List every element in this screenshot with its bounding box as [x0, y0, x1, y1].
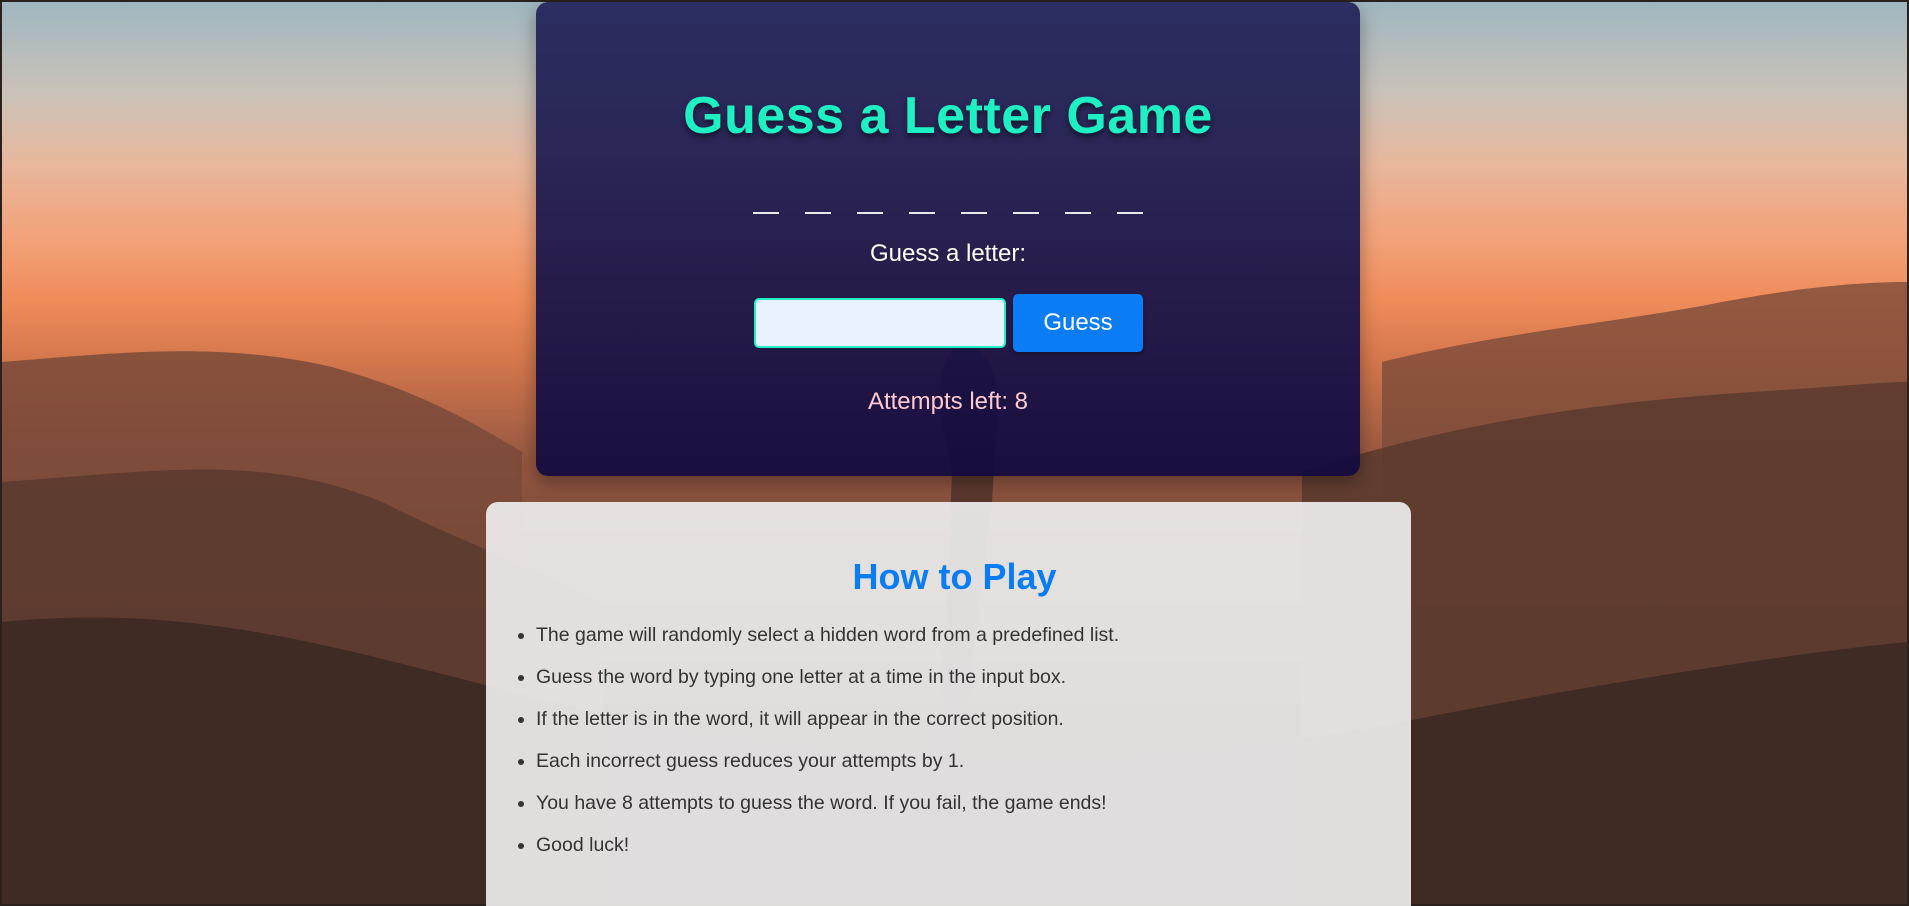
rule-text: Good luck!	[536, 834, 630, 856]
letter-slot	[1013, 212, 1039, 214]
rule-item: The game will randomly select a hidden w…	[518, 622, 1120, 664]
rule-text: The game will randomly select a hidden w…	[536, 624, 1120, 646]
letter-slot	[753, 212, 779, 214]
rule-item: If the letter is in the word, it will ap…	[518, 706, 1119, 748]
rule-item: You have 8 attempts to guess the word. I…	[518, 790, 1119, 832]
rule-text: If the letter is in the word, it will ap…	[536, 708, 1064, 730]
game-card: Guess a Letter Game Guess a letter: Gues…	[536, 2, 1360, 476]
rule-text: Guess the word by typing one letter at a…	[536, 666, 1067, 688]
attempts-left-text: Attempts left: 8	[867, 388, 1029, 415]
letter-slot	[857, 212, 883, 214]
rule-text: Each incorrect guess reduces your attemp…	[536, 750, 965, 772]
guess-prompt-label: Guess a letter:	[869, 240, 1027, 267]
letter-input[interactable]	[754, 298, 1006, 348]
rule-text: You have 8 attempts to guess the word. I…	[536, 792, 1107, 814]
rule-item: Guess the word by typing one letter at a…	[518, 664, 1119, 706]
how-to-play-title: How to Play	[852, 556, 1057, 597]
game-title: Guess a Letter Game	[683, 87, 1213, 145]
letter-slot	[961, 212, 987, 214]
letter-slot	[909, 212, 935, 214]
guess-button[interactable]: Guess	[1013, 294, 1143, 352]
hidden-word-display	[536, 190, 1360, 214]
rule-item: Good luck!	[518, 832, 1119, 874]
rule-item: Each incorrect guess reduces your attemp…	[518, 748, 1119, 790]
letter-slot	[1117, 212, 1143, 214]
rules-list: The game will randomly select a hidden w…	[518, 622, 1120, 874]
letter-slot	[1065, 212, 1091, 214]
letter-slot	[805, 212, 831, 214]
